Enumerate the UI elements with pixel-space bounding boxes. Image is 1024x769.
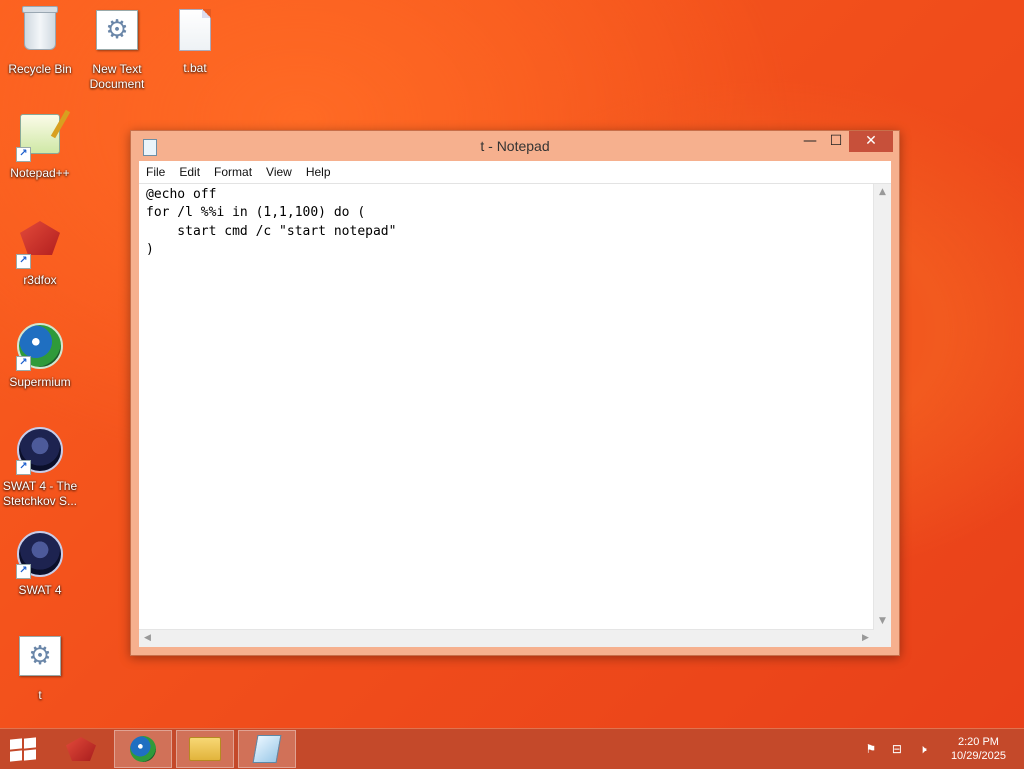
swat4-icon: ↗ <box>16 531 64 579</box>
taskbar-supermium[interactable] <box>114 730 172 768</box>
size-grip[interactable] <box>874 630 891 647</box>
windows-logo-pane <box>24 749 36 761</box>
clock-time: 2:20 PM <box>957 736 999 748</box>
menu-help[interactable]: Help <box>299 165 338 179</box>
supermium-icon <box>130 736 156 762</box>
r3dfox-icon: ↗ <box>16 221 64 269</box>
scroll-left-arrow-icon[interactable]: ◀ <box>139 630 156 647</box>
notepad-window: t - Notepad — ☐ ✕ File Edit Format View … <box>130 130 900 656</box>
file-explorer-icon <box>189 737 221 761</box>
notepad-icon <box>252 735 282 763</box>
desktop-icon-r3dfox[interactable]: ↗ r3dfox <box>2 215 78 288</box>
desktop-icon-t-bat[interactable]: t.bat <box>157 6 233 76</box>
menu-edit[interactable]: Edit <box>172 165 207 179</box>
desktop-icon-label: Notepad++ <box>10 166 70 180</box>
text-editor[interactable]: @echo off for /l %%i in (1,1,100) do ( s… <box>139 184 891 647</box>
clock[interactable]: 2:20 PM 10/29/2025 <box>951 735 1006 763</box>
shortcut-arrow-icon: ↗ <box>16 564 31 579</box>
r3dfox-icon <box>66 737 96 761</box>
vertical-scrollbar[interactable]: ▲ ▼ <box>873 184 891 630</box>
desktop-icon-notepad-plus-plus[interactable]: ↗ Notepad++ <box>2 110 78 181</box>
desktop-icon-label: Recycle Bin <box>8 62 72 76</box>
volume-icon[interactable]: 🕨 <box>915 741 931 757</box>
editor-content[interactable]: @echo off for /l %%i in (1,1,100) do ( s… <box>146 186 871 627</box>
notepad-plus-plus-icon: ↗ <box>16 114 64 162</box>
supermium-icon: ↗ <box>16 323 64 371</box>
windows-logo-icon <box>10 738 22 750</box>
desktop-icon-new-text-document[interactable]: ⚙ New Text Document <box>79 6 155 92</box>
desktop-icon-label: SWAT 4 - The Stetchkov S... <box>2 479 78 508</box>
close-button[interactable]: ✕ <box>849 131 893 152</box>
desktop-icon-recycle-bin[interactable]: Recycle Bin <box>2 6 78 77</box>
menu-format[interactable]: Format <box>207 165 259 179</box>
shortcut-arrow-icon: ↗ <box>16 254 31 269</box>
clock-date: 10/29/2025 <box>950 750 1006 762</box>
windows-logo-pane <box>24 737 36 749</box>
gear-document-icon: ⚙ <box>16 636 64 684</box>
minimize-button[interactable]: — <box>797 131 823 152</box>
taskbar-r3dfox[interactable] <box>52 730 110 768</box>
menu-bar: File Edit Format View Help <box>139 161 891 184</box>
network-icon[interactable]: ⊟ <box>889 741 905 757</box>
desktop-icon-supermium[interactable]: ↗ Supermium <box>2 320 78 390</box>
system-tray: ⚑ ⊟ 🕨 2:20 PM 10/29/2025 <box>863 735 1006 763</box>
window-title: t - Notepad <box>480 138 550 154</box>
shortcut-arrow-icon: ↗ <box>16 460 31 475</box>
title-bar[interactable]: t - Notepad — ☐ ✕ <box>131 131 899 161</box>
start-button[interactable] <box>10 737 38 762</box>
menu-view[interactable]: View <box>259 165 299 179</box>
horizontal-scrollbar[interactable]: ◀ ▶ <box>139 629 874 647</box>
action-center-flag-icon[interactable]: ⚑ <box>863 741 879 757</box>
shortcut-arrow-icon: ↗ <box>16 147 31 162</box>
desktop-icon-label: t.bat <box>183 61 207 75</box>
desktop-icon-label: Supermium <box>9 375 71 389</box>
scroll-up-arrow-icon[interactable]: ▲ <box>874 184 891 201</box>
desktop-icon-swat4-stetchkov[interactable]: ↗ SWAT 4 - The Stetchkov S... <box>2 424 78 509</box>
taskbar-file-explorer[interactable] <box>176 730 234 768</box>
desktop-icon-label: t <box>38 688 42 702</box>
menu-file[interactable]: File <box>139 165 172 179</box>
swat4-icon: ↗ <box>16 427 64 475</box>
taskbar-notepad[interactable] <box>238 730 296 768</box>
desktop-icon-label: r3dfox <box>23 273 57 287</box>
taskbar: ⚑ ⊟ 🕨 2:20 PM 10/29/2025 <box>0 728 1024 769</box>
desktop-icon-label: SWAT 4 <box>18 583 62 597</box>
recycle-bin-icon <box>16 6 64 58</box>
shortcut-arrow-icon: ↗ <box>16 356 31 371</box>
scroll-right-arrow-icon[interactable]: ▶ <box>857 630 874 647</box>
windows-logo-pane <box>10 750 22 762</box>
gear-document-icon: ⚙ <box>93 10 141 58</box>
desktop-icon-swat4[interactable]: ↗ SWAT 4 <box>2 528 78 598</box>
desktop-icon-label: New Text Document <box>89 62 145 91</box>
desktop-icon-t[interactable]: ⚙ t <box>2 632 78 703</box>
text-file-icon <box>171 9 219 57</box>
maximize-button[interactable]: ☐ <box>823 131 849 152</box>
scroll-down-arrow-icon[interactable]: ▼ <box>874 613 891 630</box>
